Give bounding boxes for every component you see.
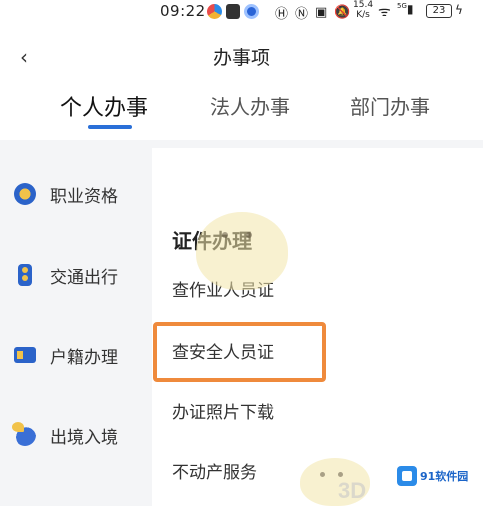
sidebar-item-qualification[interactable]: 职业资格 [14, 179, 118, 209]
status-notification-icons [207, 4, 259, 19]
charging-icon: ϟ [455, 3, 463, 17]
nfc-icon: Ⓝ [295, 7, 309, 22]
list-item-photo-download[interactable]: 办证照片下载 [172, 398, 274, 423]
status-time: 09:22 [160, 2, 206, 20]
traffic-light-icon [18, 264, 32, 286]
active-tab-indicator [88, 125, 132, 129]
tab-department[interactable]: 部门办事 [350, 91, 430, 120]
tab-legal-entity[interactable]: 法人办事 [210, 91, 290, 120]
watermark-3d-text: 3D [338, 478, 367, 503]
logo-icon [397, 466, 417, 486]
sidebar-item-immigration[interactable]: 出境入境 [12, 420, 118, 450]
status-system-icons: Ⓗ Ⓝ ▣ 🔕 [275, 3, 351, 22]
mute-icon: 🔕 [334, 5, 351, 20]
status-bar: 09:22 Ⓗ Ⓝ ▣ 🔕 15.4 K/s ᯤ 5G▮ 23 ϟ [0, 0, 483, 26]
sidebar-item-label: 户籍办理 [50, 347, 118, 368]
section-divider [0, 140, 483, 148]
sidebar-item-traffic[interactable]: 交通出行 [14, 260, 118, 290]
sidebar-item-label: 职业资格 [50, 186, 118, 207]
sidebar-item-label: 出境入境 [50, 427, 118, 448]
globe-plane-icon [12, 422, 36, 446]
logo-text: 91软件园 [420, 470, 469, 483]
app-notification-icon [226, 4, 240, 19]
sidebar-item-household[interactable]: 户籍办理 [14, 340, 118, 370]
battery-icon: 23 [426, 4, 452, 18]
wifi-icon: ᯤ [378, 4, 391, 20]
app-notification-icon [244, 4, 259, 19]
qualification-icon [14, 183, 36, 205]
highlight-annotation [153, 322, 326, 382]
sidebar-item-label: 交通出行 [50, 267, 118, 288]
hd-icon: Ⓗ [275, 7, 289, 22]
page-title: 办事项 [212, 47, 270, 69]
tab-personal[interactable]: 个人办事 [60, 90, 148, 122]
list-item-real-estate[interactable]: 不动产服务 [172, 458, 257, 483]
signal-icon: 5G▮ [397, 2, 414, 16]
watermark-mascot [196, 212, 288, 290]
network-speed: 15.4 K/s [353, 0, 374, 20]
watermark-logo: 91软件园 [397, 463, 469, 489]
vibrate-icon: ▣ [315, 5, 328, 20]
id-card-icon [14, 347, 36, 363]
app-notification-icon [207, 4, 222, 19]
